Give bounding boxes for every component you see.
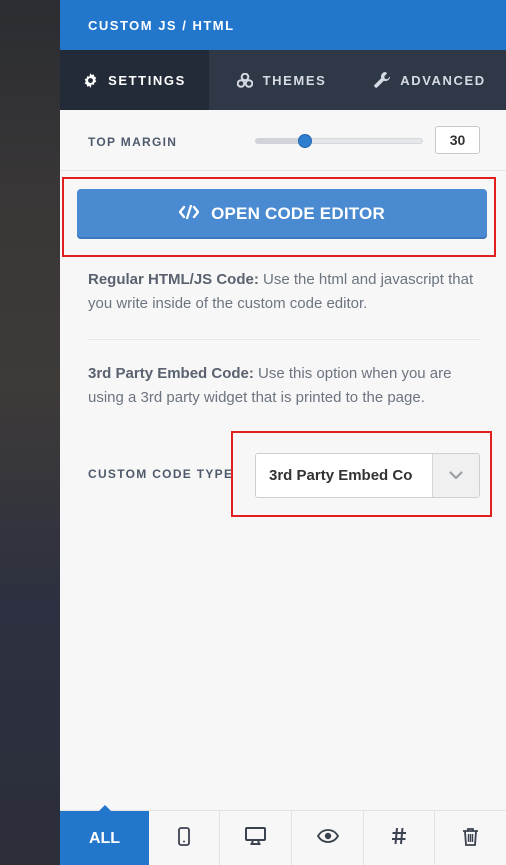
filter-visibility-button[interactable] — [292, 811, 364, 865]
slider-thumb[interactable] — [298, 134, 313, 148]
custom-code-type-value: 3rd Party Embed Co — [269, 467, 413, 484]
top-margin-label: TOP MARGIN — [88, 135, 178, 149]
eye-icon — [316, 829, 339, 848]
filter-mobile-button[interactable] — [149, 811, 220, 865]
wrench-icon — [374, 72, 391, 88]
trash-icon — [462, 827, 479, 851]
top-margin-slider[interactable] — [255, 134, 423, 148]
code-icon — [178, 204, 200, 224]
tab-advanced-label: ADVANCED — [400, 72, 486, 88]
delete-button[interactable] — [435, 811, 506, 865]
background-left — [0, 0, 60, 865]
chevron-down-icon[interactable] — [432, 454, 479, 497]
third-party-title: 3rd Party Embed Code: — [88, 365, 254, 382]
custom-code-type-select[interactable]: 3rd Party Embed Co — [255, 453, 480, 498]
filter-desktop-button[interactable] — [220, 811, 292, 865]
tab-themes[interactable]: THEMES — [209, 50, 354, 110]
tab-settings-label: SETTINGS — [108, 72, 186, 88]
third-party-description: 3rd Party Embed Code: Use this option wh… — [88, 362, 483, 410]
gear-icon — [83, 72, 98, 88]
mobile-icon — [178, 826, 190, 851]
desktop-icon — [245, 827, 266, 850]
editor-panel: CUSTOM JS / HTML SETTINGS THEMES ADVANCE… — [60, 0, 506, 865]
filter-all-button[interactable]: ALL — [60, 805, 149, 865]
panel-header: CUSTOM JS / HTML — [60, 0, 506, 50]
filter-id-button[interactable] — [364, 811, 435, 865]
tab-settings[interactable]: SETTINGS — [60, 50, 209, 110]
tab-bar: SETTINGS THEMES ADVANCED — [60, 50, 506, 110]
filter-all-label: ALL — [88, 829, 121, 847]
section-divider — [88, 339, 480, 340]
open-code-editor-label: OPEN CODE EDITOR — [211, 204, 385, 223]
device-filter-bar: ALL — [60, 805, 506, 865]
panel-title: CUSTOM JS / HTML — [88, 17, 235, 33]
palette-icon — [236, 72, 253, 88]
regular-code-title: Regular HTML/JS Code: — [88, 271, 259, 288]
top-margin-input[interactable]: 30 — [435, 126, 480, 154]
tab-themes-label: THEMES — [262, 72, 327, 88]
tab-advanced[interactable]: ADVANCED — [354, 50, 506, 110]
top-margin-row: TOP MARGIN 30 — [60, 110, 506, 171]
open-code-editor-button[interactable]: OPEN CODE EDITOR — [77, 189, 487, 239]
hash-icon — [391, 827, 407, 850]
custom-code-type-label: CUSTOM CODE TYPE — [88, 467, 234, 481]
regular-code-description: Regular HTML/JS Code: Use the html and j… — [88, 268, 483, 316]
